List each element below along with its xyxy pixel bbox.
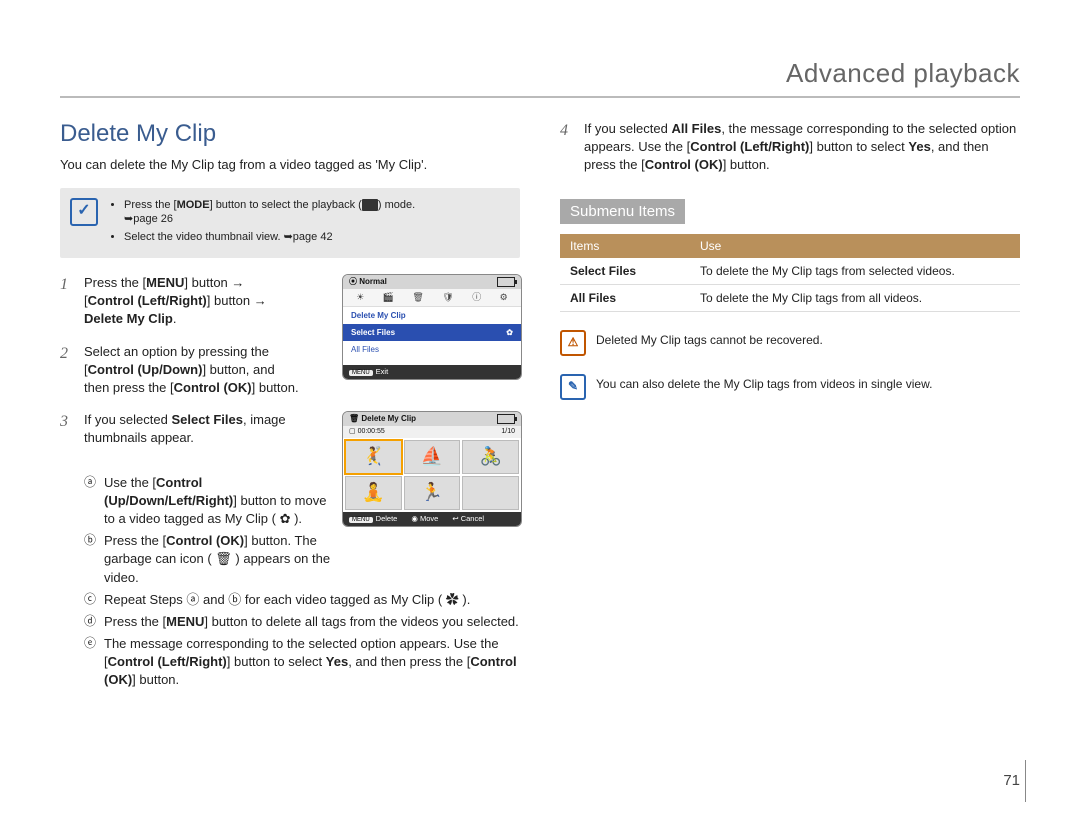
header-rule: [60, 96, 1020, 98]
info-icon: ✎: [560, 374, 586, 400]
step-2: 2 Select an option by pressing the [Cont…: [60, 343, 520, 398]
note-item: Press the [MODE] button to select the pl…: [124, 198, 508, 228]
section-heading: Delete My Clip: [60, 120, 520, 148]
table-row: Select Files To delete the My Clip tags …: [560, 258, 1020, 285]
prerequisite-note: ✓ Press the [MODE] button to select the …: [60, 188, 520, 259]
col-items: Items: [560, 234, 690, 258]
thumbnail: 🤾: [345, 440, 402, 474]
check-icon: ✓: [70, 198, 98, 226]
step-4: 4 If you selected All Files, the message…: [560, 120, 1020, 175]
chapter-title: Advanced playback: [786, 58, 1020, 89]
substep-c: ⓒRepeat Steps ⓐ and ⓑ for each video tag…: [84, 591, 520, 609]
substep-e: ⓔThe message corresponding to the select…: [84, 635, 520, 690]
submenu-heading: Submenu Items: [560, 199, 685, 224]
thumbnail: 🚴: [462, 440, 519, 474]
substep-d: ⓓPress the [MENU] button to delete all t…: [84, 613, 520, 631]
menu-selected: Select Files✿: [343, 324, 521, 341]
battery-icon: [497, 414, 515, 424]
page-number: 71: [1003, 772, 1020, 789]
icon-row: ☀🎬🗑🛡ⓘ⚙: [343, 289, 521, 307]
warning-note: ⚠ Deleted My Clip tags cannot be recover…: [560, 330, 1020, 356]
intro-text: You can delete the My Clip tag from a vi…: [60, 156, 520, 174]
substep-b: ⓑ Press the [Control (OK)] button. The g…: [84, 532, 520, 587]
note-item: Select the video thumbnail view. ➥page 4…: [124, 230, 508, 245]
right-column: 4 If you selected All Files, the message…: [560, 120, 1020, 704]
step-1: 1 Press the [MENU] button → [Control (Le…: [60, 274, 520, 329]
left-column: Delete My Clip You can delete the My Cli…: [60, 120, 520, 704]
page: Advanced playback Delete My Clip You can…: [0, 0, 1080, 825]
table-row: All Files To delete the My Clip tags fro…: [560, 284, 1020, 311]
info-note: ✎ You can also delete the My Clip tags f…: [560, 374, 1020, 400]
playback-mode-icon: [362, 199, 378, 211]
warning-icon: ⚠: [560, 330, 586, 356]
substep-a: ⓐ Use the [Control (Up/Down/Left/Right)]…: [84, 474, 520, 529]
col-use: Use: [690, 234, 1020, 258]
thumbnail: ⛵: [404, 440, 461, 474]
submenu-table: Items Use Select Files To delete the My …: [560, 234, 1020, 312]
step-3: 3 If you selected Select Files, image th…: [60, 411, 520, 689]
battery-icon: [497, 277, 515, 287]
